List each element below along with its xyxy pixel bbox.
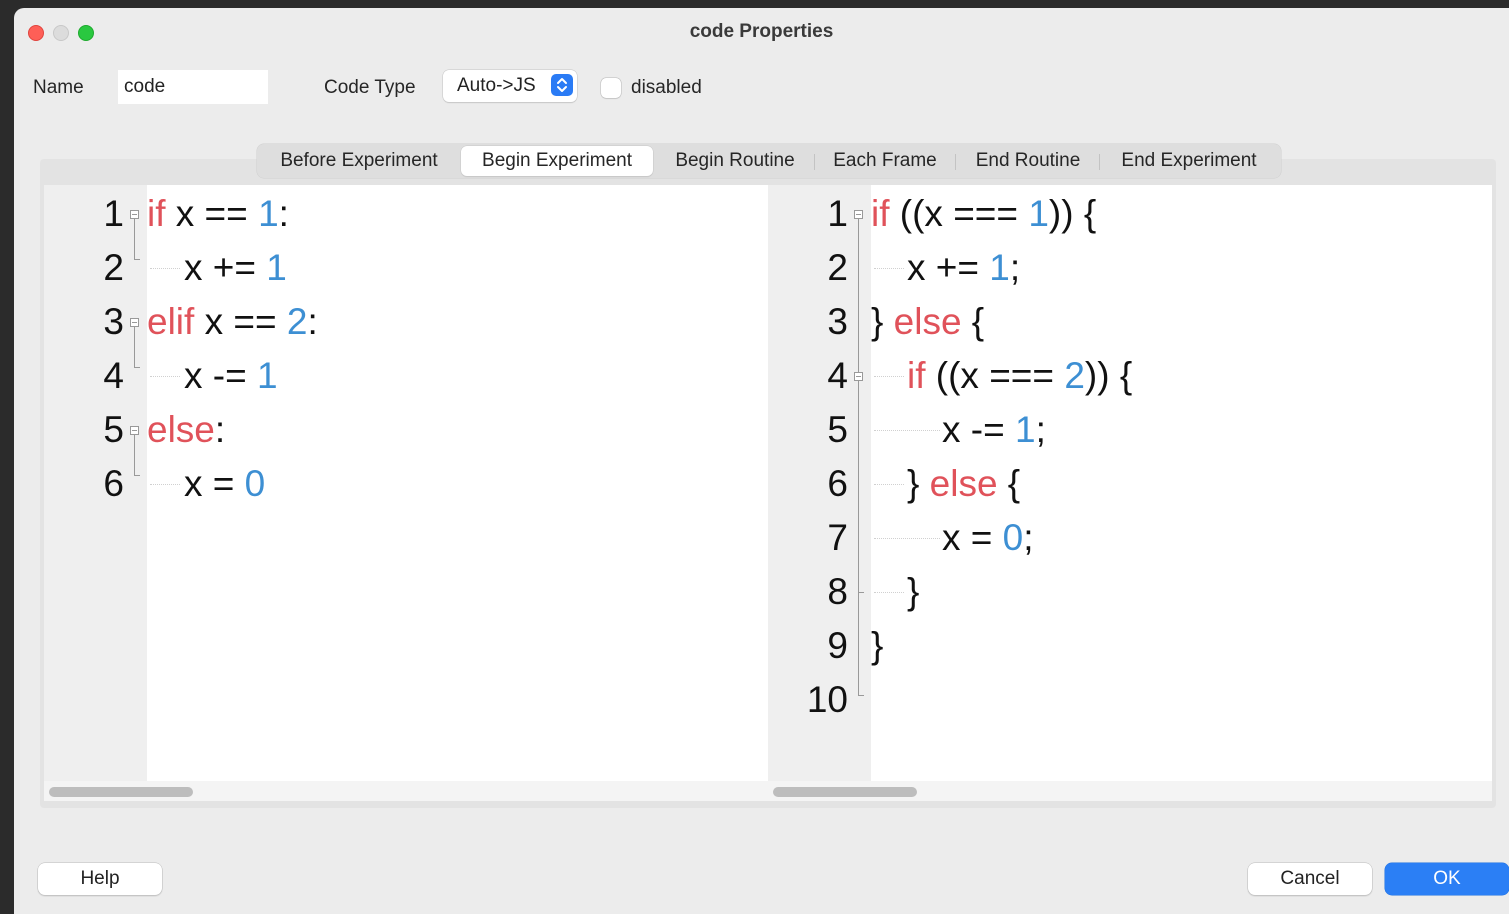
help-button[interactable]: Help (38, 863, 162, 895)
cancel-button[interactable]: Cancel (1248, 863, 1372, 895)
line-number: 1 (827, 193, 848, 234)
dialog-window: code Properties Name Code Type Auto->JS … (14, 8, 1509, 914)
code-line: } else { (871, 301, 985, 342)
fold-line (134, 435, 135, 475)
indent-guide (874, 376, 904, 377)
tab-separator (1099, 154, 1100, 170)
indent-guide (150, 484, 180, 485)
line-number: 3 (103, 301, 124, 342)
indent-guide (150, 268, 180, 269)
window-title: code Properties (689, 21, 834, 42)
line-number: 3 (827, 301, 848, 342)
code-line: if ((x === 1)) { (871, 193, 1097, 234)
line-number: 10 (806, 679, 848, 720)
fold-line (858, 695, 864, 696)
code-line: if ((x === 2)) { (907, 355, 1133, 396)
indent-guide (874, 538, 940, 539)
fold-line (134, 219, 135, 259)
line-number: 1 (103, 193, 124, 234)
indent-guide (874, 592, 904, 593)
code-line: x -= 1; (942, 409, 1046, 450)
line-number: 4 (103, 355, 124, 396)
fold-line (858, 592, 864, 593)
line-number: 5 (827, 409, 848, 450)
code-line: else: (147, 409, 226, 450)
fold-toggle-icon[interactable] (130, 210, 139, 219)
indent-guide (150, 376, 180, 377)
code-line: elif x == 2: (147, 301, 318, 342)
fold-toggle-icon[interactable] (130, 426, 139, 435)
code-line: } (871, 625, 884, 666)
line-number: 6 (827, 463, 848, 504)
fold-toggle-icon[interactable] (854, 210, 863, 219)
code-line: x += 1 (184, 247, 287, 288)
js-horizontal-scrollbar[interactable] (768, 781, 1492, 801)
name-label: Name (33, 77, 84, 98)
tab-bar: Before Experiment Begin Experiment Begin… (257, 144, 1281, 178)
tab-each-frame[interactable]: Each Frame (819, 146, 951, 176)
disabled-checkbox[interactable] (601, 78, 621, 98)
tab-before-experiment[interactable]: Before Experiment (261, 146, 457, 176)
line-number: 8 (827, 571, 848, 612)
ok-button[interactable]: OK (1385, 863, 1509, 895)
indent-guide (874, 430, 940, 431)
line-number: 9 (827, 625, 848, 666)
tab-separator (814, 154, 815, 170)
tab-end-experiment[interactable]: End Experiment (1103, 146, 1275, 176)
code-line: x += 1; (907, 247, 1021, 288)
code-type-select[interactable]: Auto->JS (443, 70, 577, 102)
scrollbar-thumb[interactable] (773, 787, 917, 797)
code-line: x -= 1 (184, 355, 278, 396)
fold-line (134, 259, 140, 260)
fold-line (134, 327, 135, 367)
tab-end-routine[interactable]: End Routine (961, 146, 1095, 176)
fold-toggle-icon[interactable] (130, 318, 139, 327)
code-type-value: Auto->JS (457, 75, 536, 96)
line-number: 5 (103, 409, 124, 450)
disabled-label: disabled (631, 77, 702, 98)
select-arrows-icon (551, 74, 573, 96)
code-type-label: Code Type (324, 77, 416, 98)
python-horizontal-scrollbar[interactable] (44, 781, 768, 801)
indent-guide (874, 268, 904, 269)
line-number: 2 (103, 247, 124, 288)
line-number: 7 (827, 517, 848, 558)
fold-line (134, 475, 140, 476)
tab-begin-routine[interactable]: Begin Routine (661, 146, 809, 176)
code-line: x = 0; (942, 517, 1034, 558)
code-line: } else { (907, 463, 1021, 504)
fold-line (134, 367, 140, 368)
title-bar: code Properties (14, 8, 1509, 56)
fold-line (858, 219, 859, 695)
code-line: } (907, 571, 920, 612)
fold-toggle-icon[interactable] (854, 372, 863, 381)
indent-guide (874, 484, 904, 485)
line-number: 6 (103, 463, 124, 504)
tab-separator (955, 154, 956, 170)
line-number: 2 (827, 247, 848, 288)
code-line: if x == 1: (147, 193, 289, 234)
code-line: x = 0 (184, 463, 266, 504)
name-input[interactable] (118, 70, 268, 104)
line-number: 4 (827, 355, 848, 396)
tab-begin-experiment[interactable]: Begin Experiment (461, 146, 653, 176)
scrollbar-thumb[interactable] (49, 787, 193, 797)
